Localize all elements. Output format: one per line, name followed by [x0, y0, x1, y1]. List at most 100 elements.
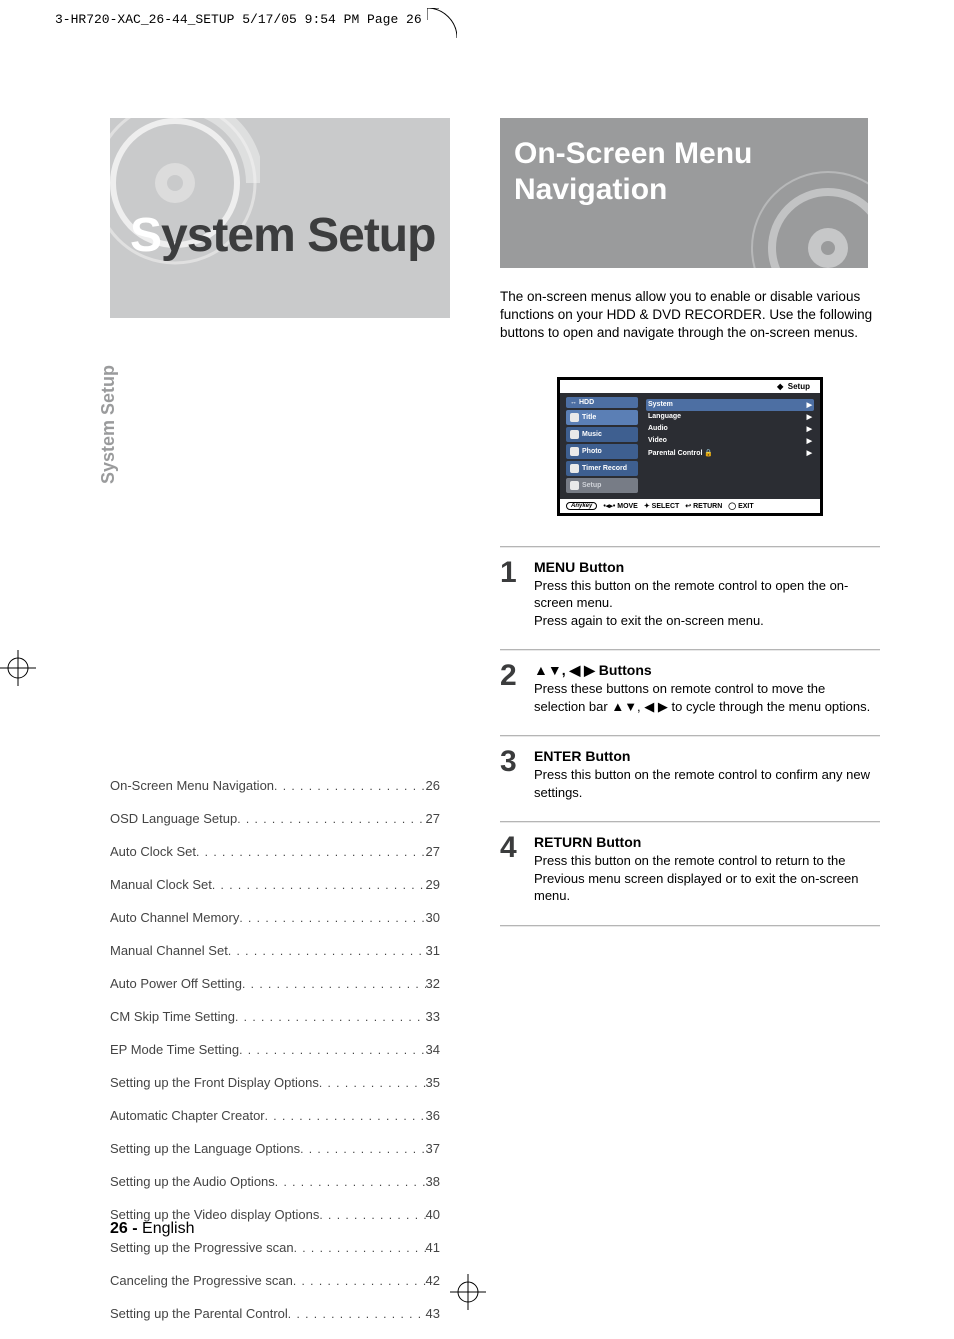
toc-row: Setting up the Audio Options38 [110, 1174, 440, 1189]
toc-page: 43 [426, 1306, 440, 1321]
toc-page: 33 [426, 1009, 440, 1024]
osd-menu-row: Audio▶ [646, 423, 814, 435]
toc-label: Automatic Chapter Creator [110, 1108, 265, 1123]
osd-menu-label: System [648, 401, 673, 409]
osd-source-label: ↔ HDD [566, 397, 638, 408]
step-number: 3 [500, 747, 524, 801]
table-of-contents: On-Screen Menu Navigation 26 OSD Language … [110, 778, 440, 1339]
osd-nav-item: Title [566, 410, 638, 425]
toc-row: Canceling the Progressive scan42 [110, 1273, 440, 1288]
osd-nav-item-icon [570, 430, 579, 439]
step-number: 4 [500, 833, 524, 905]
step-title: MENU Button [534, 559, 624, 575]
toc-label: Auto Channel Memory [110, 910, 239, 925]
chevron-right-icon: ▶ [807, 425, 812, 433]
osd-return-hint: ↩ RETURN [685, 502, 722, 510]
toc-row: Setting up the Progressive scan41 [110, 1240, 440, 1255]
toc-leader [235, 1010, 426, 1024]
osd-nav-item-label: Setup [582, 482, 601, 489]
step-number: 2 [500, 661, 524, 715]
registration-mark-icon [450, 1274, 486, 1310]
instruction-step: 4 RETURN Button Press this button on the r… [500, 823, 880, 925]
toc-leader [239, 1043, 425, 1057]
toc-page: 32 [426, 976, 440, 991]
toc-page: 37 [426, 1141, 440, 1156]
crop-mark-icon [427, 8, 457, 38]
step-body: MENU Button Press this button on the remo… [534, 558, 880, 630]
page-footer: 26 - English [110, 1220, 195, 1238]
page-number: 26 - [110, 1220, 138, 1237]
toc-row: EP Mode Time Setting34 [110, 1042, 440, 1057]
step-body: RETURN Button Press this button on the re… [534, 833, 880, 905]
step-title: ▲▼, ◀ ▶ Buttons [534, 662, 652, 678]
osd-menu-row: Parental Control 🔒 ▶ [646, 447, 814, 459]
chapter-title-rest: ystem Setup [161, 209, 435, 262]
toc-row: Setting up the Front Display Options 35 [110, 1075, 440, 1090]
osd-nav-item: Music [566, 427, 638, 442]
toc-row: Setting up the Parental Control 43 [110, 1306, 440, 1321]
osd-nav-item-icon [570, 413, 579, 422]
osd-nav-item-label: Title [582, 414, 596, 421]
toc-row: Auto Channel Memory30 [110, 910, 440, 925]
disc-icon [748, 168, 868, 268]
osd-nav-item-icon [570, 481, 579, 490]
osd-menu-label: Parental Control 🔒 [648, 449, 713, 457]
chevron-right-icon: ▶ [807, 437, 812, 445]
toc-label: OSD Language Setup [110, 811, 237, 826]
toc-leader [294, 1241, 426, 1255]
toc-leader [265, 1109, 426, 1123]
osd-screenshot: ◆ Setup ↔ HDD TitleMusicPhotoTimer Recor… [557, 377, 823, 516]
toc-page: 26 [426, 778, 440, 793]
toc-leader [319, 1076, 426, 1090]
toc-row: Setting up the Language Options 37 [110, 1141, 440, 1156]
chevron-right-icon: ▶ [807, 413, 812, 421]
toc-label: Setting up the Language Options [110, 1141, 300, 1156]
intro-paragraph: The on-screen menus allow you to enable … [500, 288, 880, 343]
toc-label: On-Screen Menu Navigation [110, 778, 274, 793]
toc-page: 27 [426, 811, 440, 826]
section-hero: On-Screen Menu Navigation [500, 118, 868, 268]
toc-label: Auto Power Off Setting [110, 976, 242, 991]
toc-leader [300, 1142, 425, 1156]
toc-label: Setting up the Parental Control [110, 1306, 288, 1321]
osd-select-hint: ✦ SELECT [644, 502, 679, 510]
chevron-right-icon: ▶ [807, 449, 812, 457]
section-tab: System Setup [98, 365, 119, 484]
toc-row: Manual Channel Set31 [110, 943, 440, 958]
osd-nav-item-label: Timer Record [582, 465, 627, 472]
toc-label: CM Skip Time Setting [110, 1009, 235, 1024]
step-text: Press this button on the remote control … [534, 767, 870, 800]
toc-leader [239, 911, 425, 925]
toc-label: Setting up the Front Display Options [110, 1075, 319, 1090]
instruction-step: 3 ENTER Button Press this button on the re… [500, 737, 880, 821]
instruction-step: 1 MENU Button Press this button on the rem… [500, 548, 880, 650]
toc-page: 35 [426, 1075, 440, 1090]
toc-label: Setting up the Audio Options [110, 1174, 275, 1189]
osd-nav-item: Timer Record [566, 461, 638, 476]
step-text: Press this button on the remote control … [534, 853, 858, 903]
toc-row: OSD Language Setup 27 [110, 811, 440, 826]
step-title: ENTER Button [534, 748, 630, 764]
toc-label: Manual Channel Set [110, 943, 228, 958]
step-text: Press this button on the remote control … [534, 578, 848, 611]
step-body: ENTER Button Press this button on the rem… [534, 747, 880, 801]
toc-page: 27 [426, 844, 440, 859]
osd-menu-label: Video [648, 437, 667, 445]
step-title: RETURN Button [534, 834, 641, 850]
osd-top-label: Setup [788, 382, 810, 391]
step-number: 1 [500, 558, 524, 630]
toc-page: 29 [426, 877, 440, 892]
registration-mark-icon [0, 650, 36, 686]
section-title-line1: On-Screen Menu [514, 136, 868, 172]
osd-menu-row: Video ▶ [646, 435, 814, 447]
chapter-title: System Setup [130, 208, 435, 263]
osd-move-hint: •◂▸• MOVE [603, 502, 638, 510]
toc-row: On-Screen Menu Navigation 26 [110, 778, 440, 793]
toc-label: Auto Clock Set [110, 844, 196, 859]
osd-nav-item-label: Photo [582, 448, 602, 455]
toc-leader [288, 1307, 426, 1321]
osd-exit-hint: ◯ EXIT [728, 502, 753, 510]
chapter-title-initial: S [130, 209, 161, 262]
toc-page: 42 [426, 1273, 440, 1288]
osd-nav-item-label: Music [582, 431, 602, 438]
